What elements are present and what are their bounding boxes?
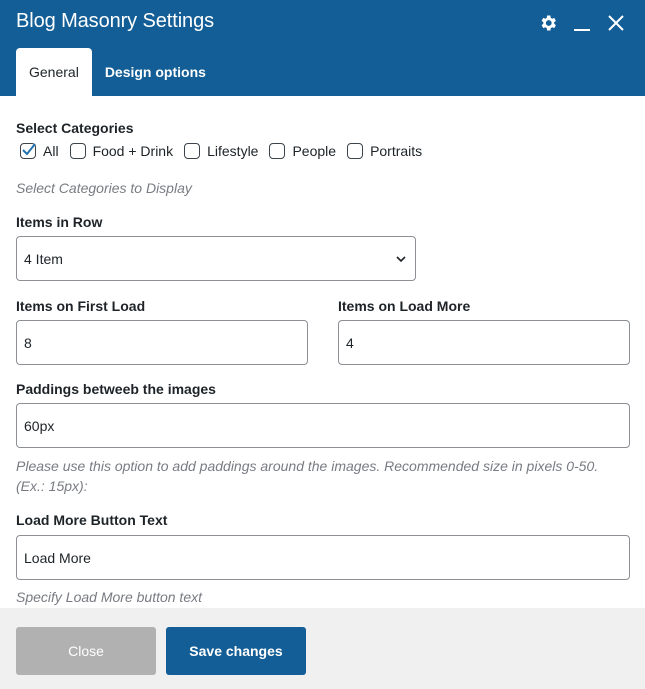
load-more-count-label: Items on Load More (338, 298, 471, 314)
chevron-down-icon (396, 256, 406, 263)
tab-general[interactable]: General (16, 48, 92, 96)
close-icon[interactable] (605, 12, 627, 34)
modal-title: Blog Masonry Settings (16, 10, 214, 32)
category-people[interactable]: People (269, 143, 336, 159)
minimize-icon[interactable] (571, 12, 593, 34)
tab-design-options[interactable]: Design options (92, 48, 219, 96)
load-more-text-input[interactable]: Load More (16, 535, 630, 580)
category-label: All (43, 143, 59, 159)
header-controls (537, 12, 627, 34)
checkbox-portraits[interactable] (347, 143, 364, 159)
first-load-input[interactable]: 8 (16, 320, 308, 365)
categories-label: Select Categories (16, 120, 134, 136)
checkbox-people[interactable] (269, 143, 286, 159)
category-label: People (292, 143, 337, 159)
checkbox-all[interactable] (20, 143, 36, 159)
load-more-text-value: Load More (24, 549, 91, 566)
items-in-row-select[interactable]: 4 Item (16, 236, 416, 281)
paddings-help-line1: Please use this option to add paddings a… (16, 458, 599, 474)
checkbox-lifestyle[interactable] (184, 143, 201, 159)
modal-header: Blog Masonry Settings General Design opt… (0, 0, 645, 96)
categories-help: Select Categories to Display (16, 180, 192, 196)
modal-footer: Close Save changes (0, 608, 645, 689)
category-label: Food + Drink (92, 143, 174, 159)
category-portraits[interactable]: Portraits (347, 143, 422, 159)
first-load-value: 8 (24, 334, 32, 351)
category-label: Portraits (370, 143, 423, 159)
load-more-text-label: Load More Button Text (16, 512, 168, 528)
categories-checkbox-group: All Food + Drink Lifestyle People Portra… (20, 143, 433, 159)
paddings-value: 60px (24, 417, 55, 434)
tab-bar: General Design options (16, 48, 219, 96)
close-button[interactable]: Close (16, 627, 156, 675)
load-more-count-input[interactable]: 4 (338, 320, 630, 365)
paddings-help-line2: (Ex.: 15px): (16, 478, 88, 494)
paddings-input[interactable]: 60px (16, 403, 630, 448)
checkmark-icon (22, 143, 36, 156)
category-all[interactable]: All (20, 143, 59, 159)
load-more-text-help: Specify Load More button text (16, 589, 202, 605)
load-more-count-value: 4 (346, 334, 354, 351)
category-lifestyle[interactable]: Lifestyle (184, 143, 258, 159)
items-in-row-value: 4 Item (24, 250, 63, 267)
category-label: Lifestyle (207, 143, 259, 159)
category-food-drink[interactable]: Food + Drink (69, 143, 174, 159)
items-in-row-label: Items in Row (16, 214, 103, 230)
gear-icon[interactable] (537, 12, 559, 34)
paddings-label: Paddings betweeb the images (16, 381, 216, 397)
paddings-help: Please use this option to add paddings a… (16, 456, 630, 496)
save-changes-button[interactable]: Save changes (166, 627, 306, 675)
checkbox-food-drink[interactable] (69, 143, 86, 159)
first-load-label: Items on First Load (16, 298, 146, 314)
